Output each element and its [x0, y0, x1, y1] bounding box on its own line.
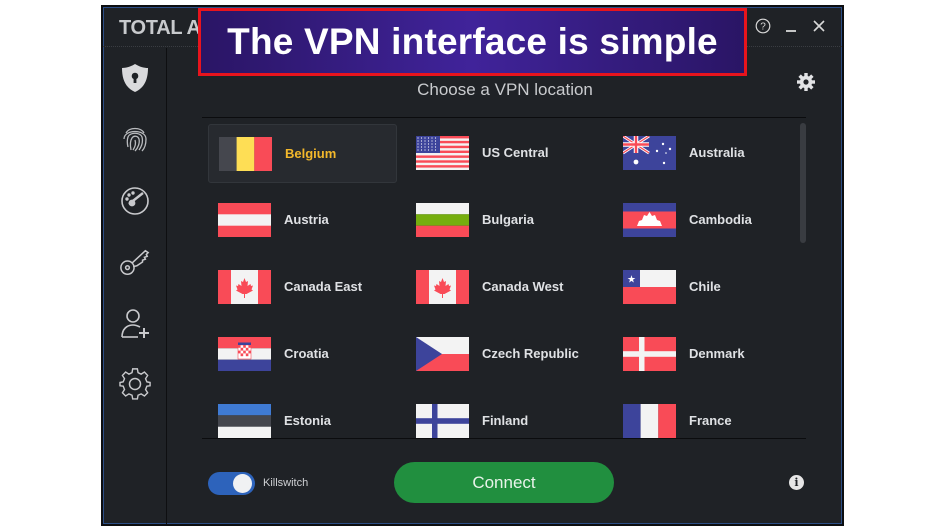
- sidebar-item-fingerprint[interactable]: [119, 123, 151, 155]
- location-name: Chile: [689, 279, 721, 294]
- user-plus-icon: [121, 309, 149, 338]
- location-item-denmark[interactable]: Denmark: [613, 325, 802, 384]
- location-name: France: [689, 413, 732, 428]
- belgium-flag-icon: [219, 137, 272, 171]
- bulgaria-flag-icon: [416, 203, 469, 237]
- fingerprint-icon: [123, 127, 147, 152]
- canada-flag-icon: [218, 270, 271, 304]
- czech-flag-icon: [416, 337, 469, 371]
- settings-button[interactable]: [796, 72, 816, 92]
- sidebar-item-settings[interactable]: [119, 368, 151, 400]
- location-item-cambodia[interactable]: Cambodia: [613, 191, 802, 250]
- location-name: Canada West: [482, 279, 564, 294]
- location-item-czech-republic[interactable]: Czech Republic: [406, 325, 604, 384]
- location-name: US Central: [482, 145, 549, 160]
- denmark-flag-icon: [623, 337, 676, 371]
- speedometer-icon: [121, 187, 149, 215]
- sidebar-item-passwords[interactable]: [119, 246, 151, 278]
- chile-flag-icon: ★: [623, 270, 676, 304]
- question-circle-icon: ?: [755, 18, 771, 34]
- location-name: Cambodia: [689, 212, 752, 227]
- minimize-button[interactable]: [782, 17, 800, 35]
- location-item-croatia[interactable]: Croatia: [208, 325, 397, 384]
- australia-flag-icon: [623, 136, 676, 170]
- finland-flag-icon: [416, 404, 469, 438]
- location-item-austria[interactable]: Austria: [208, 191, 397, 250]
- help-button[interactable]: ?: [754, 17, 772, 35]
- location-item-belgium[interactable]: Belgium: [208, 124, 397, 183]
- location-name: Bulgaria: [482, 212, 535, 227]
- location-name: Estonia: [284, 413, 331, 428]
- location-name: Czech Republic: [482, 346, 579, 361]
- canada-flag-icon: [416, 270, 469, 304]
- killswitch-toggle[interactable]: [208, 472, 255, 495]
- sidebar: [103, 48, 167, 524]
- location-name: Croatia: [284, 346, 329, 361]
- key-icon: [120, 249, 150, 275]
- location-item-finland[interactable]: Finland: [406, 392, 604, 438]
- killswitch-label: Killswitch: [263, 477, 309, 489]
- minimize-icon: [786, 30, 796, 32]
- location-name: Canada East: [284, 279, 363, 294]
- austria-flag-icon: [218, 203, 271, 237]
- app-window: TOTAL A ? Choose a VPN location Belgium …: [101, 5, 844, 526]
- location-item-canada-west[interactable]: Canada West: [406, 258, 604, 317]
- location-name: Denmark: [689, 346, 745, 361]
- sidebar-item-speedtest[interactable]: [119, 184, 151, 216]
- location-name: Australia: [689, 145, 745, 160]
- svg-text:★: ★: [627, 275, 636, 286]
- gear-icon: [797, 73, 815, 91]
- info-icon: i: [794, 476, 799, 489]
- france-flag-icon: [623, 404, 676, 438]
- location-item-chile[interactable]: ★ Chile: [613, 258, 802, 317]
- page-title: Choose a VPN location: [417, 80, 593, 99]
- shield-keyhole-icon: [122, 64, 148, 92]
- sidebar-item-add-user[interactable]: [119, 308, 151, 340]
- close-button[interactable]: [810, 17, 828, 35]
- svg-text:?: ?: [760, 22, 766, 33]
- app-brand: TOTAL A: [119, 17, 201, 39]
- cambodia-flag-icon: [623, 203, 676, 237]
- usa-flag-icon: [416, 136, 469, 170]
- location-name: Belgium: [285, 146, 337, 161]
- location-item-canada-east[interactable]: Canada East: [208, 258, 397, 317]
- close-icon: [813, 20, 825, 32]
- estonia-flag-icon: [218, 404, 271, 438]
- toggle-knob: [233, 474, 252, 493]
- caption-text: The VPN interface is simple: [227, 21, 718, 62]
- location-name: Austria: [284, 212, 329, 227]
- location-item-bulgaria[interactable]: Bulgaria: [406, 191, 604, 250]
- location-list: Belgium US Central Australia Austria Bulgari…: [202, 117, 806, 439]
- info-button[interactable]: i: [789, 475, 804, 490]
- location-item-france[interactable]: France: [613, 392, 802, 438]
- location-list-scrollbar[interactable]: [800, 123, 806, 243]
- caption-banner: The VPN interface is simple: [198, 8, 747, 76]
- location-name: Finland: [482, 413, 529, 428]
- sidebar-item-vpn[interactable]: [119, 62, 151, 94]
- location-item-estonia[interactable]: Estonia: [208, 392, 397, 438]
- connect-button[interactable]: Connect: [394, 462, 614, 503]
- croatia-flag-icon: [218, 337, 271, 371]
- location-item-australia[interactable]: Australia: [613, 124, 802, 183]
- main-panel: Choose a VPN location Belgium US Central A…: [168, 48, 842, 524]
- gear-icon: [119, 368, 151, 400]
- location-item-us-central[interactable]: US Central: [406, 124, 604, 183]
